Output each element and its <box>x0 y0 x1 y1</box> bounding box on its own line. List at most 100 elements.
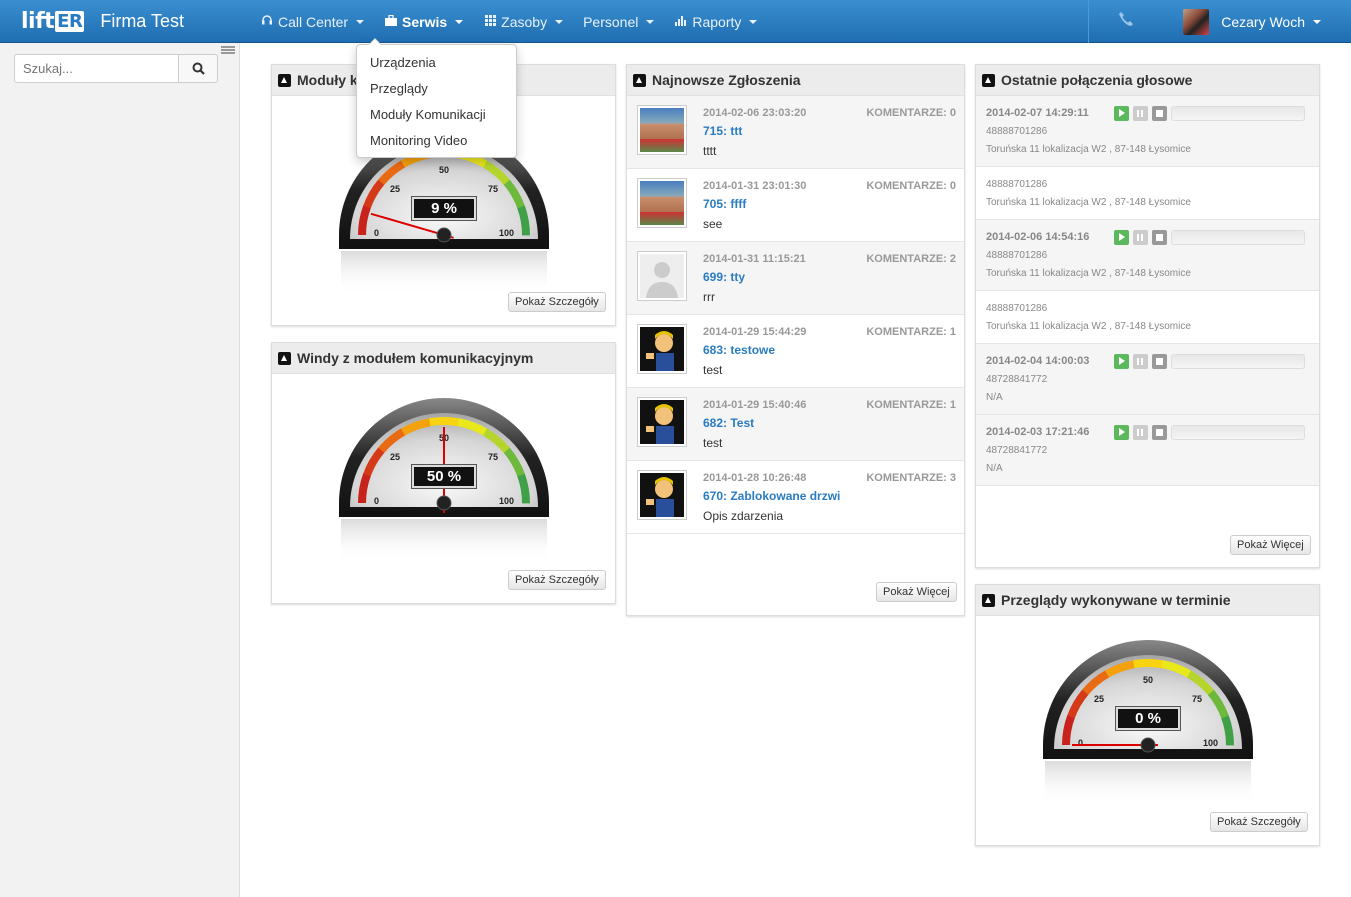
gauge-tick-label: 0 <box>374 496 379 506</box>
search-input[interactable] <box>14 54 179 83</box>
ticket-description: tttt <box>703 144 717 158</box>
gauge-panel-elevators: Windy z modułem komunikacyjnym 025507510… <box>271 342 616 604</box>
stop-icon[interactable] <box>1152 230 1167 245</box>
call-item: 48888701286 Toruńska 11 lokalizacja W2 , … <box>976 291 1319 344</box>
audio-progress-bar[interactable] <box>1171 230 1305 245</box>
nav-serwis[interactable]: Serwis <box>374 0 473 43</box>
stop-icon[interactable] <box>1152 425 1167 440</box>
ticket-comments: KOMENTARZE: 3 <box>866 472 956 484</box>
gauge-panel-inspections: Przeglądy wykonywane w terminie 0 25 50 75 1… <box>975 584 1320 846</box>
ticket-date: 2014-01-29 15:44:29 <box>703 326 807 338</box>
dropdown-item-urzadzenia[interactable]: Urządzenia <box>357 51 516 77</box>
call-date: 2014-02-06 14:54:16 <box>986 231 1090 243</box>
pause-icon[interactable] <box>1133 230 1148 245</box>
ticket-item[interactable]: 2014-01-31 23:01:30 KOMENTARZE: 0 705: fff… <box>627 169 964 242</box>
call-item: 2014-02-03 17:21:46 48728841772 N/A <box>976 415 1319 486</box>
show-details-button[interactable]: Pokaż Szczegóły <box>508 292 606 312</box>
ticket-item[interactable]: 2014-01-29 15:40:46 KOMENTARZE: 1 682: Tes… <box>627 388 964 461</box>
ticket-avatar <box>637 178 687 228</box>
show-more-button[interactable]: Pokaż Więcej <box>1230 535 1311 555</box>
lifter-logo[interactable]: lift ER <box>21 9 85 34</box>
nav-call-center[interactable]: Call Center <box>250 0 374 43</box>
chevron-down-icon <box>555 19 564 24</box>
gauge-tick-label: 50 <box>439 165 449 175</box>
ticket-comments: KOMENTARZE: 0 <box>866 107 956 119</box>
ticket-item[interactable]: 2014-01-31 11:15:21 KOMENTARZE: 2 699: tty… <box>627 242 964 315</box>
ticket-item[interactable]: 2014-01-28 10:26:48 KOMENTARZE: 3 670: Zab… <box>627 461 964 534</box>
audio-player <box>1114 354 1305 369</box>
gauge-needle-hub <box>436 495 452 511</box>
nav-personel[interactable]: Personel <box>573 0 664 43</box>
audio-progress-bar[interactable] <box>1171 354 1305 369</box>
stop-icon[interactable] <box>1152 106 1167 121</box>
collapse-icon[interactable] <box>982 593 995 607</box>
collapse-icon[interactable] <box>278 351 291 365</box>
brand[interactable]: lift ER Firma Test <box>21 8 184 34</box>
gauge-tick-label: 75 <box>488 184 498 194</box>
ticket-title-link[interactable]: 705: ffff <box>703 197 746 211</box>
user-avatar[interactable] <box>1183 8 1210 35</box>
dropdown-item-monitoring-video[interactable]: Monitoring Video <box>357 129 516 155</box>
pause-icon[interactable] <box>1133 354 1148 369</box>
play-icon[interactable] <box>1114 354 1129 369</box>
phone-icon[interactable] <box>1107 11 1145 32</box>
nav-raporty[interactable]: Raporty <box>664 0 767 43</box>
audio-progress-bar[interactable] <box>1171 425 1305 440</box>
pause-icon[interactable] <box>1133 425 1148 440</box>
stop-icon[interactable] <box>1152 354 1167 369</box>
sidebar <box>0 43 240 897</box>
call-number: 48728841772 <box>986 445 1048 456</box>
panel-header: Ostatnie połączenia głosowe <box>976 65 1319 96</box>
gauge-tick-label: 25 <box>390 184 400 194</box>
ticket-comments: KOMENTARZE: 2 <box>866 253 956 265</box>
audio-progress-bar[interactable] <box>1171 106 1305 121</box>
ticket-title-link[interactable]: 683: testowe <box>703 343 775 357</box>
call-date: 2014-02-03 17:21:46 <box>986 426 1090 438</box>
show-more-button[interactable]: Pokaż Więcej <box>876 582 957 602</box>
gauge-tick-label: 100 <box>499 228 514 238</box>
ticket-item[interactable]: 2014-02-06 23:03:20 KOMENTARZE: 0 715: ttt… <box>627 96 964 169</box>
ticket-avatar <box>637 324 687 374</box>
collapse-icon[interactable] <box>278 73 291 87</box>
chevron-down-icon <box>455 19 464 24</box>
nav-call-center-label: Call Center <box>278 13 349 30</box>
chevron-down-icon <box>646 19 655 24</box>
ticket-title-link[interactable]: 670: Zablokowane drzwi <box>703 489 840 503</box>
nav-raporty-label: Raporty <box>692 13 742 30</box>
ticket-item[interactable]: 2014-01-29 15:44:29 KOMENTARZE: 1 683: tes… <box>627 315 964 388</box>
show-details-button[interactable]: Pokaż Szczegóły <box>1210 812 1308 832</box>
dropdown-item-moduly-komunikacji[interactable]: Moduły Komunikacji <box>357 103 516 129</box>
gauge-needle-hub <box>436 227 452 243</box>
ticket-title-link[interactable]: 715: ttt <box>703 124 742 138</box>
collapse-icon[interactable] <box>982 73 995 87</box>
ticket-title-link[interactable]: 699: tty <box>703 270 745 284</box>
play-icon[interactable] <box>1114 425 1129 440</box>
search-button[interactable] <box>179 54 218 83</box>
dropdown-item-przeglady[interactable]: Przeglądy <box>357 77 516 103</box>
grid-icon <box>483 2 497 42</box>
ticket-avatar <box>637 251 687 301</box>
ticket-comments: KOMENTARZE: 1 <box>866 399 956 411</box>
gauge-reflection <box>341 251 547 295</box>
play-icon[interactable] <box>1114 106 1129 121</box>
user-name: Cezary Woch <box>1221 13 1305 30</box>
pause-icon[interactable] <box>1133 106 1148 121</box>
nav-zasoby[interactable]: Zasoby <box>473 0 573 43</box>
tickets-panel: Najnowsze Zgłoszenia 2014-02-06 23:03:20… <box>626 64 965 616</box>
collapse-icon[interactable] <box>633 73 646 87</box>
panel-title: Przeglądy wykonywane w terminie <box>1001 592 1231 608</box>
top-navbar: lift ER Firma Test Call Center Serwis Zas… <box>0 0 1351 43</box>
sidebar-toggle-icon[interactable] <box>221 46 235 55</box>
play-icon[interactable] <box>1114 230 1129 245</box>
call-address: Toruńska 11 lokalizacja W2 , 87-148 Łyso… <box>986 321 1191 332</box>
briefcase-icon <box>384 2 398 42</box>
gauge-reflection <box>341 519 547 563</box>
chevron-down-icon <box>1313 19 1321 24</box>
serwis-dropdown: Urządzenia Przeglądy Moduły Komunikacji … <box>356 38 517 158</box>
panel-title: Windy z modułem komunikacyjnym <box>297 350 534 366</box>
ticket-title-link[interactable]: 682: Test <box>703 416 754 430</box>
user-menu[interactable]: Cezary Woch <box>1221 14 1321 30</box>
call-address: Toruńska 11 lokalizacja W2 , 87-148 Łyso… <box>986 144 1191 155</box>
ticket-description: test <box>703 363 723 377</box>
show-details-button[interactable]: Pokaż Szczegóły <box>508 570 606 590</box>
